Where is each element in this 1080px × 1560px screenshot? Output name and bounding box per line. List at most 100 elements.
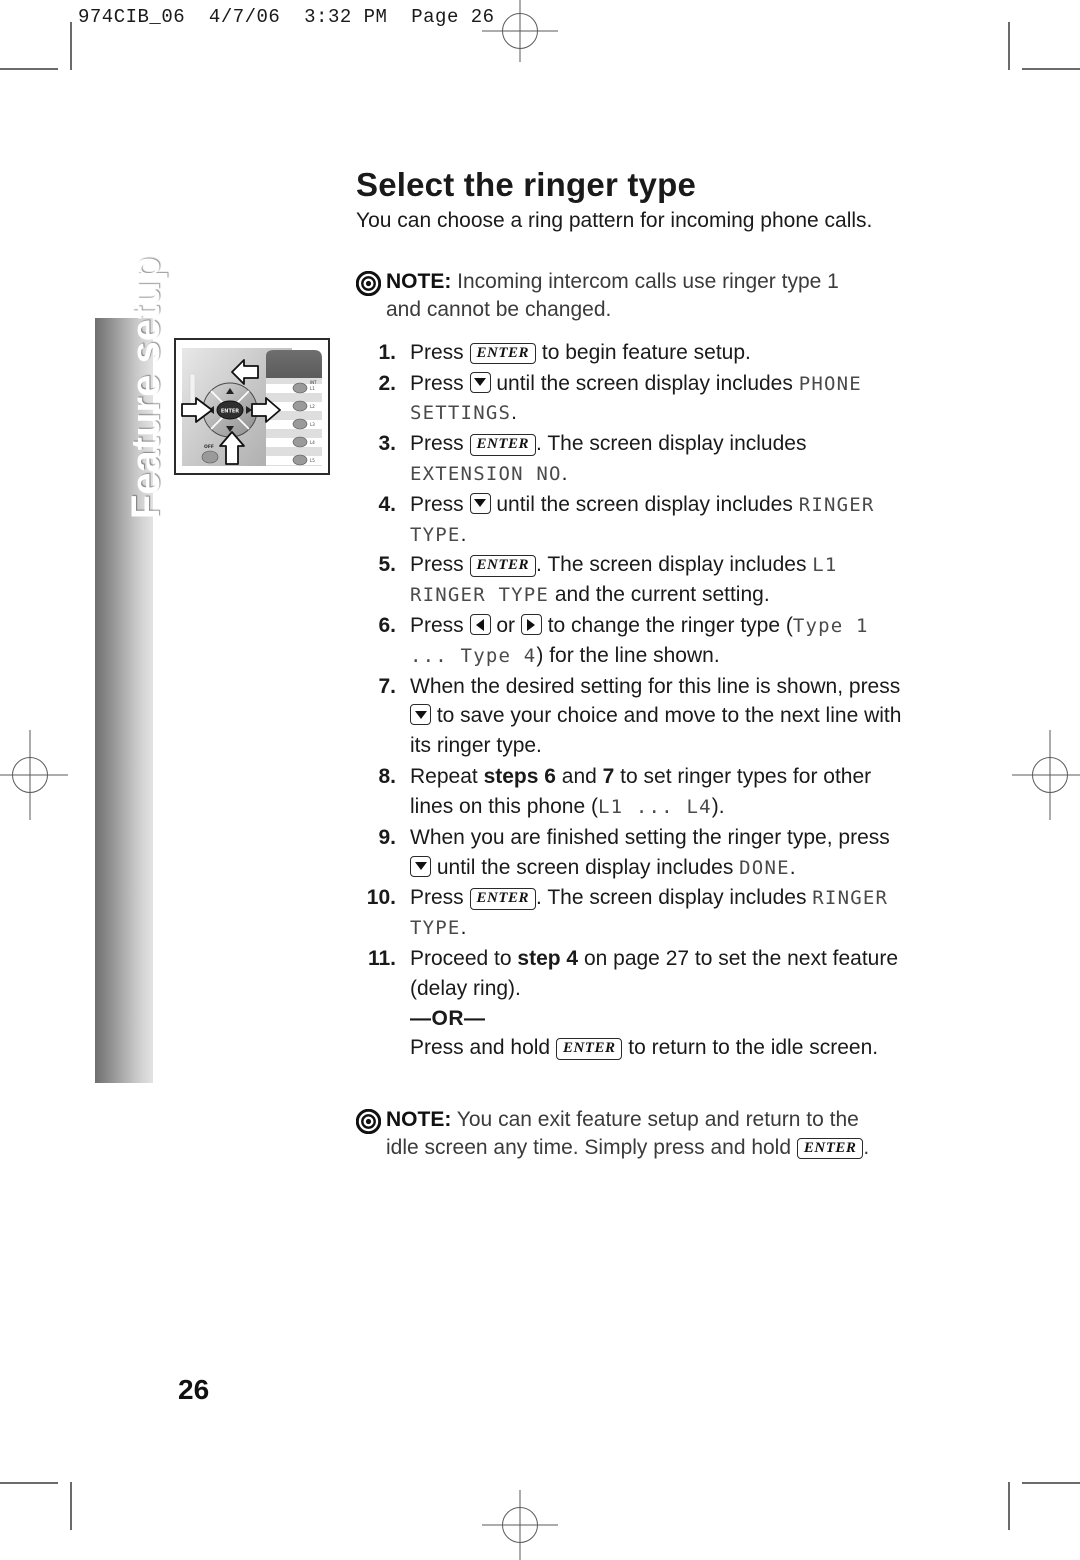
step-text-run: and the current setting. (549, 583, 770, 607)
svg-text:OFF: OFF (204, 444, 214, 450)
right-arrow-key-icon (520, 614, 542, 635)
step-text: Press ENTER. The screen display includes… (410, 429, 916, 489)
step-text-run: . (789, 855, 796, 879)
step-text-run: to change the ringer type ( (541, 614, 793, 637)
trim-mark-top-right-vertical (1008, 22, 1010, 70)
step-item: 5. Press ENTER. The screen display includ… (356, 550, 916, 610)
step-number: 1. (378, 340, 396, 364)
note-bottom-label: NOTE: (386, 1108, 452, 1131)
svg-text:L5: L5 (310, 458, 315, 463)
step-text: Press until the screen display includes … (410, 490, 916, 550)
step-number: 2. (378, 371, 396, 395)
bullseye-icon (355, 1108, 382, 1135)
step-text-run: Press (410, 340, 470, 364)
page-title: Select the ringer type (356, 166, 697, 203)
svg-text:INT: INT (310, 380, 317, 385)
step-text-emphasis: 7 (602, 765, 615, 789)
main-content: Select the ringer type You can choose a … (355, 166, 916, 1064)
svg-text:L4: L4 (310, 440, 315, 445)
svg-text:L2: L2 (310, 404, 315, 409)
registration-mark-left-center (0, 730, 68, 820)
step-text-run: When you are finished setting the ringer… (410, 825, 890, 849)
step-item: 7. When the desired setting for this line… (356, 672, 916, 761)
note-bottom-body-line1: You can exit feature setup and return to… (456, 1108, 859, 1131)
trim-mark-top-left-horizontal (0, 68, 58, 70)
steps-list: 1. Press ENTER to begin feature setup. 2. P… (356, 338, 916, 1064)
page-subtitle: You can choose a ring pattern for incomi… (356, 209, 873, 232)
down-arrow-key-icon (469, 492, 491, 514)
down-arrow-key-icon (410, 704, 431, 726)
phone-navigation-keys-diagram: INT L1 L2 L3 L4 L5 ENTER OFF (174, 338, 330, 475)
enter-key-glyph: ENTER (469, 888, 537, 911)
step-text-run: ). (711, 794, 725, 818)
step-text: Press ENTER. The screen display includes… (410, 550, 916, 610)
left-arrow-key-icon (469, 614, 491, 635)
step-number: 8. (378, 765, 396, 789)
note-top-label: NOTE: (386, 270, 452, 294)
lcd-display-text: L1 ... L4 (597, 795, 712, 818)
step-text-run: . (561, 461, 568, 485)
step-text-run: Proceed to (410, 946, 518, 970)
step-text-run: Repeat (410, 765, 484, 789)
enter-key-glyph: ENTER (796, 1137, 864, 1160)
bullseye-icon (355, 271, 382, 297)
sidebar-tab-label: Feature setup (124, 256, 168, 520)
down-arrow-key-icon (410, 855, 431, 877)
svg-text:ENTER: ENTER (221, 408, 239, 414)
step-text-run: . (460, 522, 467, 546)
step-number: 7. (378, 674, 396, 698)
step-item: 8. Repeat steps 6 and 7 to set ringer typ… (356, 762, 916, 822)
step-text: Press ENTER to begin feature setup. (410, 338, 916, 368)
step-text-run: until the screen display includes (431, 855, 740, 879)
step-item: 11. Proceed to step 4 on page 27 to set t… (356, 944, 916, 1063)
step-text-run: Press (410, 492, 470, 516)
step-number: 10. (366, 886, 396, 910)
note-bottom-wrap: NOTE: You can exit feature setup and ret… (355, 1106, 921, 1161)
step-text: Press ENTER. The screen display includes… (410, 883, 916, 943)
note-bottom-body-line2a: idle screen any time. Simply press and h… (386, 1135, 797, 1159)
step-text-emphasis: steps 6 (483, 765, 556, 789)
step-text-run: Press (410, 432, 470, 456)
step-number: 6. (378, 614, 396, 637)
step-text: Repeat steps 6 and 7 to set ringer types… (410, 762, 916, 822)
enter-key-glyph: ENTER (469, 555, 537, 578)
step-item: 4. Press until the screen display include… (356, 490, 916, 550)
step-item: 10. Press ENTER. The screen display inclu… (356, 883, 916, 943)
note-bottom-text: NOTE: You can exit feature setup and ret… (386, 1106, 921, 1161)
step-text-run: to return to the idle screen. (622, 1036, 879, 1060)
trim-mark-top-right-horizontal (1022, 68, 1080, 70)
registration-mark-bottom-center (482, 1490, 558, 1560)
step-text-run: . (511, 401, 517, 425)
step-number: 11. (367, 946, 396, 970)
step-text: Press until the screen display includes … (410, 369, 916, 429)
step-item: 9. When you are finished setting the ring… (356, 823, 916, 883)
step-item: 2. Press until the screen display include… (356, 369, 916, 429)
note-bottom: NOTE: You can exit feature setup and ret… (355, 1106, 921, 1161)
sidebar-tab-feature-setup: Feature setup (95, 257, 168, 1083)
step-text: When you are finished setting the ringer… (410, 823, 916, 883)
step-text-run: to begin feature setup. (536, 340, 751, 364)
step-text-run: Press (410, 614, 470, 637)
step-text-run: until the screen display includes (490, 371, 799, 395)
svg-text:L3: L3 (310, 422, 315, 427)
step-text: Press or to change the ringer type (Type… (410, 611, 916, 671)
trim-mark-bottom-left-horizontal (0, 1482, 58, 1484)
step-text: Proceed to step 4 on page 27 to set the … (410, 944, 916, 1063)
step-text-run: and (555, 765, 603, 789)
trim-mark-top-left-vertical (70, 22, 72, 70)
step-text-run: or (490, 614, 521, 637)
page-number: 26 (178, 1374, 210, 1405)
step-item: 3. Press ENTER. The screen display includ… (356, 429, 916, 489)
trim-mark-bottom-right-vertical (1008, 1482, 1010, 1530)
note-top-body-line2: and cannot be changed. (386, 297, 612, 321)
note-top-text: NOTE: Incoming intercom calls use ringer… (386, 268, 916, 323)
step-text-run: Press (410, 371, 470, 395)
step-text-run: ) for the line shown. (536, 643, 720, 667)
enter-key-glyph: ENTER (469, 434, 537, 456)
step-text: When the desired setting for this line i… (410, 672, 916, 761)
svg-text:L1: L1 (310, 386, 315, 391)
step-text-run: Press and hold (410, 1036, 556, 1060)
step-item: 1. Press ENTER to begin feature setup. (356, 338, 916, 368)
step-text-emphasis: step 4 (517, 946, 579, 970)
step-text-run: Press (410, 553, 470, 577)
